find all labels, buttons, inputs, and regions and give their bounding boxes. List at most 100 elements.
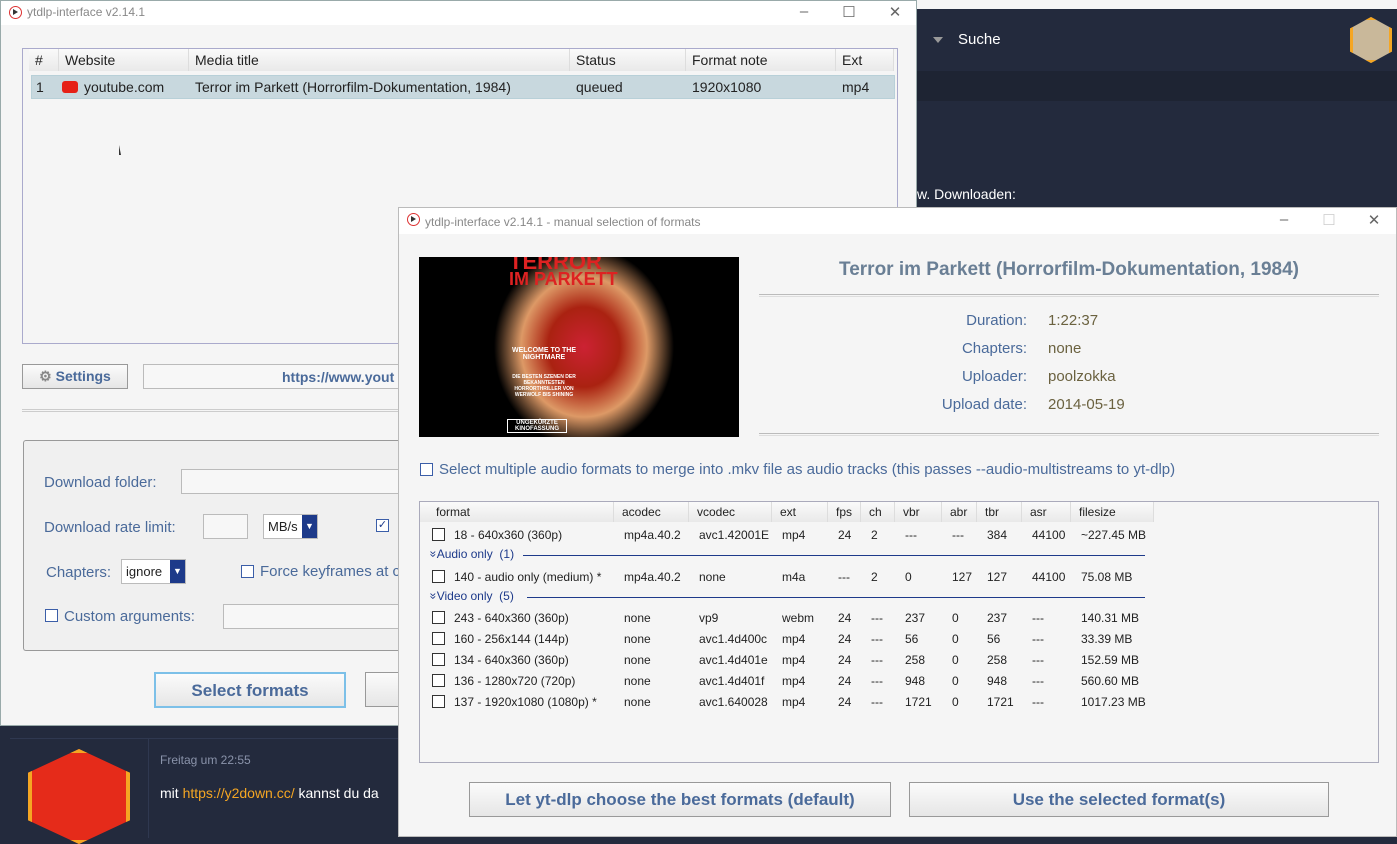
format-checkbox[interactable]: [432, 528, 445, 541]
format-checkbox[interactable]: [432, 570, 445, 583]
col-fps[interactable]: fps: [828, 502, 861, 522]
col-ch[interactable]: ch: [861, 502, 895, 522]
row-format-note: 1920x1080: [692, 79, 762, 95]
mouse-cursor-icon: [119, 145, 121, 155]
format-row[interactable]: 136 - 1280x720 (720p) none avc1.4d401f mp4 2…: [420, 671, 1154, 691]
format-cell-acodec: none: [624, 632, 651, 646]
nav-search[interactable]: Suche: [958, 31, 1001, 48]
col-format[interactable]: format: [420, 502, 614, 522]
minimize-button[interactable]: –: [1269, 211, 1299, 228]
format-cell-filesize: 75.08 MB: [1081, 570, 1133, 584]
format-checkbox[interactable]: [432, 632, 445, 645]
multistream-checkbox[interactable]: [420, 463, 433, 476]
format-row[interactable]: 137 - 1920x1080 (1080p) * none avc1.640028…: [420, 692, 1154, 712]
maximize-button[interactable]: ☐: [1314, 211, 1344, 229]
close-button[interactable]: ✕: [1359, 211, 1389, 229]
format-window-title: ytdlp-interface v2.14.1 - manual selecti…: [425, 215, 701, 229]
col-filesize[interactable]: filesize: [1071, 502, 1154, 522]
multistream-label: Select multiple audio formats to merge i…: [439, 461, 1176, 478]
col-ext[interactable]: ext: [772, 502, 828, 522]
format-row[interactable]: 243 - 640x360 (360p) none vp9 webm 24 --- 237 0…: [420, 608, 1154, 628]
col-acodec[interactable]: acodec: [614, 502, 689, 522]
format-checkbox[interactable]: [432, 653, 445, 666]
format-cell-vbr: 237: [905, 611, 926, 625]
format-cell-fps: 24: [838, 695, 852, 709]
format-cell-vcodec: avc1.4d401f: [699, 674, 765, 688]
settings-button[interactable]: ⚙ Settings: [22, 364, 128, 389]
format-cell-fps: 24: [838, 528, 852, 542]
col-vcodec[interactable]: vcodec: [689, 502, 772, 522]
format-row[interactable]: 18 - 640x360 (360p) mp4a.40.2 avc1.42001E m…: [420, 525, 1154, 545]
format-row[interactable]: 160 - 256x144 (144p) none avc1.4d400c mp4 24…: [420, 629, 1154, 649]
chapters-select[interactable]: ignore ▼: [121, 559, 186, 584]
format-cell-ch: ---: [871, 674, 883, 688]
format-row[interactable]: 134 - 640x360 (360p) none avc1.4d401e mp4 24…: [420, 650, 1154, 670]
format-cell-ch: 2: [871, 570, 878, 584]
format-cell-format: 18 - 640x360 (360p): [454, 528, 563, 542]
format-cell-filesize: 140.31 MB: [1081, 611, 1140, 625]
format-cell-ch: 2: [871, 528, 878, 542]
main-titlebar: ytdlp-interface v2.14.1 – ☐ ✕: [1, 1, 916, 25]
col-vbr[interactable]: vbr: [895, 502, 942, 522]
table-row[interactable]: 1 youtube.com Terror im Parkett (Horrorf…: [31, 75, 895, 99]
format-cell-vbr: 0: [905, 570, 912, 584]
format-cell-format: 160 - 256x144 (144p): [454, 632, 569, 646]
video-thumbnail: TERROR IM PARKETT WELCOME TO THE NIGHTMA…: [419, 257, 739, 437]
rate-limit-field[interactable]: [203, 514, 248, 539]
group-header[interactable]: » Video only (5): [426, 589, 514, 603]
force-keyframes-checkbox[interactable]: [241, 565, 254, 578]
rate-unit-select[interactable]: MB/s ▼: [263, 514, 318, 539]
custom-args-field[interactable]: [223, 604, 403, 629]
url-field[interactable]: https://www.yout: [143, 364, 403, 389]
format-checkbox[interactable]: [432, 695, 445, 708]
format-cell-vcodec: avc1.4d400c: [699, 632, 768, 646]
col-status[interactable]: Status: [570, 49, 686, 71]
format-cell-ch: ---: [871, 653, 883, 667]
format-cell-vcodec: avc1.4d401e: [699, 653, 768, 667]
col-tbr[interactable]: tbr: [977, 502, 1022, 522]
format-cell-fps: 24: [838, 632, 852, 646]
custom-args-checkbox[interactable]: [45, 609, 58, 622]
group-header[interactable]: » Audio only (1): [426, 547, 514, 561]
separator: [22, 409, 402, 412]
use-selected-button[interactable]: Use the selected format(s): [909, 782, 1329, 817]
col-website[interactable]: Website: [59, 49, 189, 71]
format-cell-abr: 0: [952, 611, 959, 625]
select-formats-button[interactable]: Select formats: [154, 672, 346, 708]
col-abr[interactable]: abr: [942, 502, 977, 522]
duration-value: 1:22:37: [1048, 312, 1099, 329]
format-window: ytdlp-interface v2.14.1 - manual selecti…: [398, 207, 1397, 837]
post-link[interactable]: https://y2down.cc/: [183, 785, 295, 801]
user-avatar[interactable]: [1350, 17, 1392, 63]
row-num: 1: [36, 79, 44, 95]
download-folder-field[interactable]: [181, 469, 403, 494]
format-titlebar: ytdlp-interface v2.14.1 - manual selecti…: [399, 208, 1396, 234]
custom-args-label: Custom arguments:: [64, 608, 195, 625]
format-cell-acodec: mp4a.40.2: [624, 528, 681, 542]
format-checkbox[interactable]: [432, 611, 445, 624]
format-checkbox[interactable]: [432, 674, 445, 687]
nav-dropdown-arrow-icon[interactable]: [933, 37, 943, 43]
format-cell-format: 243 - 640x360 (360p): [454, 611, 569, 625]
best-formats-button[interactable]: Let yt-dlp choose the best formats (defa…: [469, 782, 891, 817]
format-row[interactable]: 140 - audio only (medium) * mp4a.40.2 none…: [420, 567, 1154, 587]
post-author-avatar[interactable]: [28, 749, 130, 844]
group-divider: [523, 555, 1145, 556]
post-time: Freitag um 22:55: [160, 753, 251, 767]
youtube-icon: [62, 81, 78, 93]
col-media-title[interactable]: Media title: [189, 49, 570, 71]
format-cell-tbr: 237: [987, 611, 1008, 625]
minimize-button[interactable]: –: [789, 3, 819, 20]
close-button[interactable]: ✕: [880, 3, 910, 21]
format-cell-tbr: 384: [987, 528, 1008, 542]
maximize-button[interactable]: ☐: [834, 3, 864, 21]
col-num[interactable]: #: [29, 49, 59, 71]
option-checkbox-checked[interactable]: ✓: [376, 519, 389, 532]
row-title: Terror im Parkett (Horrorfilm-Dokumentat…: [195, 79, 511, 95]
format-cell-fps: 24: [838, 653, 852, 667]
col-asr[interactable]: asr: [1022, 502, 1071, 522]
format-cell-tbr: 948: [987, 674, 1008, 688]
col-format-note[interactable]: Format note: [686, 49, 836, 71]
post-prefix: mit: [160, 785, 183, 801]
col-ext[interactable]: Ext: [836, 49, 894, 71]
